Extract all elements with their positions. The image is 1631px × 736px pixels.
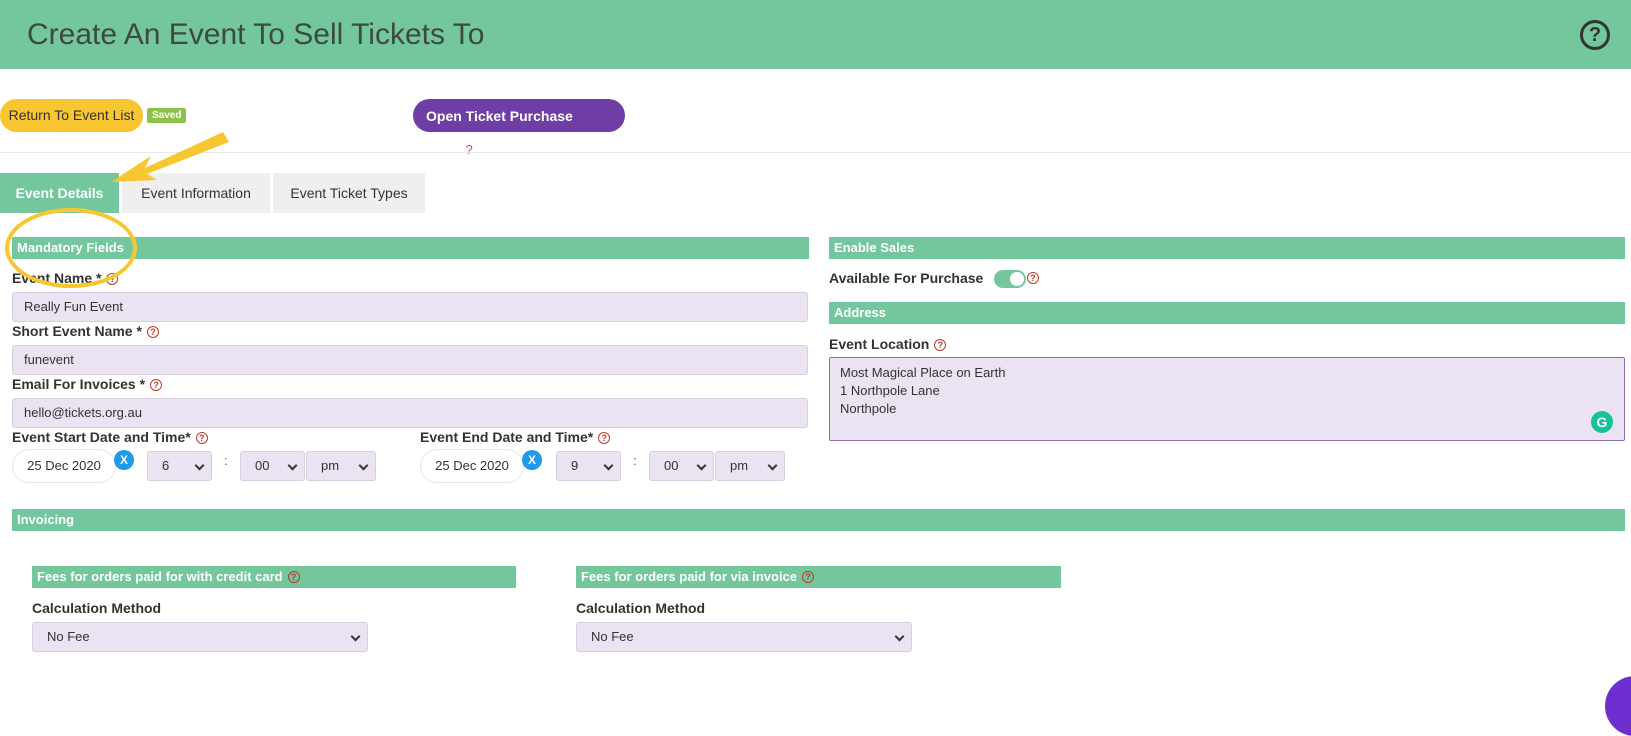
help-icon[interactable]: ? xyxy=(802,571,815,583)
chevron-down-icon xyxy=(767,460,778,471)
grammarly-icon[interactable]: G xyxy=(1591,411,1613,433)
credit-calculation-method-label: Calculation Method xyxy=(32,600,162,616)
event-start-label: Event Start Date and Time*? xyxy=(12,429,208,445)
help-icon[interactable]: ? xyxy=(146,326,159,338)
page-header: Create An Event To Sell Tickets To ? xyxy=(0,0,1631,69)
short-event-name-input[interactable]: funevent xyxy=(12,345,808,375)
location-line: Most Magical Place on Earth xyxy=(840,365,1006,380)
chat-widget-button[interactable] xyxy=(1605,676,1631,736)
event-name-input[interactable]: Really Fun Event xyxy=(12,292,808,322)
end-minute-select[interactable]: 00 xyxy=(649,451,714,481)
address-header: Address xyxy=(829,302,1625,324)
chevron-down-icon xyxy=(894,631,905,642)
annotation-arrow-icon xyxy=(111,132,229,182)
email-for-invoices-input[interactable]: hello@tickets.org.au xyxy=(12,398,808,428)
end-minute-value: 00 xyxy=(664,458,679,473)
open-ticket-purchase-page-button[interactable]: Open Ticket Purchase Page? xyxy=(413,99,625,157)
invoice-calculation-method-select[interactable]: No Fee xyxy=(576,622,912,652)
event-location-label-text: Event Location xyxy=(829,336,930,352)
credit-calculation-method-value: No Fee xyxy=(47,629,90,644)
clear-start-date-icon[interactable]: X xyxy=(114,450,134,470)
chevron-down-icon xyxy=(358,460,369,471)
end-date-picker[interactable]: 25 Dec 2020 xyxy=(420,449,524,483)
help-icon[interactable]: ? xyxy=(465,142,472,157)
time-separator: : xyxy=(224,453,228,468)
page-title: Create An Event To Sell Tickets To xyxy=(27,18,485,51)
saved-badge: Saved xyxy=(147,108,187,123)
help-icon[interactable]: ? xyxy=(934,339,947,351)
chevron-down-icon xyxy=(696,460,707,471)
event-location-label: Event Location? xyxy=(829,336,947,352)
start-hour-select[interactable]: 6 xyxy=(147,451,212,481)
email-for-invoices-label: Email For Invoices *? xyxy=(12,376,163,392)
help-icon[interactable]: ? xyxy=(287,571,300,583)
available-for-purchase-label: Available For Purchase xyxy=(829,270,984,286)
location-line: Northpole xyxy=(840,401,897,416)
end-hour-value: 9 xyxy=(571,458,579,473)
end-ampm-value: pm xyxy=(730,458,749,473)
help-icon[interactable]: ? xyxy=(1580,20,1610,50)
start-minute-select[interactable]: 00 xyxy=(240,451,305,481)
enable-sales-header: Enable Sales xyxy=(829,237,1625,259)
end-hour-select[interactable]: 9 xyxy=(556,451,621,481)
end-ampm-select[interactable]: pm xyxy=(715,451,785,481)
invoice-fees-title: Fees for orders paid for via invoice xyxy=(581,569,798,584)
event-end-label-text: Event End Date and Time* xyxy=(420,429,594,445)
event-start-label-text: Event Start Date and Time* xyxy=(12,429,191,445)
time-separator: : xyxy=(633,453,637,468)
tab-event-details[interactable]: Event Details xyxy=(0,173,119,213)
invoice-fees-header: Fees for orders paid for via invoice? xyxy=(576,566,1061,588)
open-ticket-purchase-label: Open Ticket Purchase Page xyxy=(426,108,573,157)
available-for-purchase-toggle[interactable] xyxy=(994,270,1026,288)
invoicing-header: Invoicing xyxy=(12,509,1625,531)
help-icon[interactable]: ? xyxy=(195,432,208,444)
start-date-picker[interactable]: 25 Dec 2020 xyxy=(12,449,116,483)
credit-card-fees-header: Fees for orders paid for with credit car… xyxy=(32,566,516,588)
location-line: 1 Northpole Lane xyxy=(840,383,940,398)
start-ampm-select[interactable]: pm xyxy=(306,451,376,481)
help-icon[interactable]: ? xyxy=(150,379,163,391)
event-end-label: Event End Date and Time*? xyxy=(420,429,611,445)
annotation-circle xyxy=(5,208,137,288)
invoice-calculation-method-value: No Fee xyxy=(591,629,634,644)
chevron-down-icon xyxy=(194,460,205,471)
event-location-textarea[interactable]: Most Magical Place on Earth 1 Northpole … xyxy=(829,357,1625,441)
credit-card-fees-title: Fees for orders paid for with credit car… xyxy=(37,569,283,584)
email-for-invoices-label-text: Email For Invoices * xyxy=(12,376,146,392)
help-icon[interactable]: ? xyxy=(1027,272,1039,284)
help-icon[interactable]: ? xyxy=(598,432,611,444)
start-minute-value: 00 xyxy=(255,458,270,473)
chevron-down-icon xyxy=(287,460,298,471)
short-event-name-label: Short Event Name *? xyxy=(12,323,159,339)
divider xyxy=(0,152,1631,153)
invoice-calculation-method-label: Calculation Method xyxy=(576,600,706,616)
credit-calculation-method-select[interactable]: No Fee xyxy=(32,622,368,652)
start-hour-value: 6 xyxy=(162,458,170,473)
start-ampm-value: pm xyxy=(321,458,340,473)
short-event-name-label-text: Short Event Name * xyxy=(12,323,142,339)
chevron-down-icon xyxy=(603,460,614,471)
tab-event-ticket-types[interactable]: Event Ticket Types xyxy=(273,173,425,213)
chevron-down-icon xyxy=(350,631,361,642)
clear-end-date-icon[interactable]: X xyxy=(522,450,542,470)
